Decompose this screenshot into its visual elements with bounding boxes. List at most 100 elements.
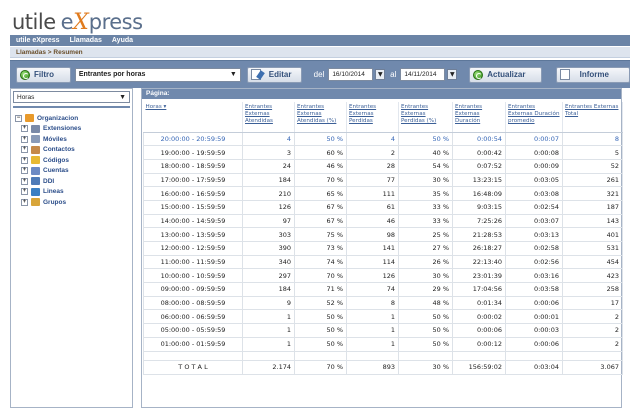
table-cell: 1 [242, 336, 295, 352]
tree-node-grupos[interactable]: + Grupos [15, 197, 132, 208]
table-cell: 8 [346, 295, 399, 311]
table-cell: 0:00:08 [505, 145, 563, 160]
folder-icon [31, 198, 40, 207]
expand-icon[interactable]: + [21, 156, 28, 164]
table-cell: 0:02:56 [505, 254, 563, 270]
table-cell: 184 [242, 282, 295, 297]
grouping-select[interactable]: Horas ▼ [13, 91, 130, 103]
calendar-dropdown-from[interactable]: ▼ [375, 69, 386, 80]
organization-tree: − Organizacion + Extensiones + Móviles + Contac… [11, 108, 132, 208]
table-cell: 60 % [294, 145, 347, 160]
table-row[interactable]: 08:00:00 - 08:59:59 9 52 % 8 48 % 0:01:34 0:00… [143, 295, 623, 311]
menu-item-utile-express[interactable]: utile eXpress [16, 37, 60, 44]
column-header[interactable]: Horas ▾ [143, 102, 243, 133]
tree-node-codigos[interactable]: + Códigos [15, 155, 132, 166]
table-cell: 12:00:00 - 12:59:59 [143, 241, 243, 256]
table-row[interactable]: 11:00:00 - 11:59:59 340 74 % 114 26 % 22:13:4… [143, 254, 623, 270]
table-cell: 210 [242, 186, 295, 201]
column-header[interactable]: Entrantes Externas Duración promedio [505, 102, 563, 133]
column-header[interactable]: Entrantes Externas Atendidas [242, 102, 295, 133]
column-header[interactable]: Entrantes Externas Total [562, 102, 623, 133]
table-cell: 114 [346, 254, 399, 270]
table-cell: 2 [562, 323, 623, 338]
expand-icon[interactable]: + [21, 125, 28, 133]
date-from-input[interactable]: 16/10/2014 [328, 68, 374, 81]
actualizar-button[interactable]: Actualizar [469, 66, 542, 83]
table-cell: 7:25:26 [452, 213, 506, 229]
table-cell: 2 [562, 309, 623, 325]
table-cell: 35 % [398, 186, 453, 201]
tree-node-ddi[interactable]: + DDI [15, 176, 132, 187]
filtro-button[interactable]: Filtro [16, 66, 71, 83]
table-row[interactable]: 13:00:00 - 13:59:59 303 75 % 98 25 % 21:28:53… [143, 227, 623, 242]
total-cell: 893 [346, 359, 399, 375]
expand-icon[interactable]: + [21, 135, 28, 143]
table-row[interactable]: 16:00:00 - 16:59:59 210 65 % 111 35 % 16:48:0… [143, 186, 623, 201]
tree-node-organizacion[interactable]: − Organizacion [15, 113, 132, 124]
table-row[interactable]: 15:00:00 - 15:59:59 126 67 % 61 33 % 9:03:15 0… [143, 199, 623, 215]
table-cell: 401 [562, 227, 623, 242]
table-row[interactable]: 05:00:00 - 05:59:59 1 50 % 1 50 % 0:00:06 0:00… [143, 323, 623, 338]
column-header[interactable]: Entrantes Externas Perdidas (%) [398, 102, 453, 133]
table-row[interactable]: 14:00:00 - 14:59:59 97 67 % 46 33 % 7:25:26 0:… [143, 213, 623, 229]
expand-icon[interactable]: + [21, 188, 28, 196]
table-row[interactable]: 09:00:00 - 09:59:59 184 71 % 74 29 % 17:04:56… [143, 282, 623, 297]
tree-node-cuentas[interactable]: + Cuentas [15, 166, 132, 177]
table-row[interactable]: 19:00:00 - 19:59:59 3 60 % 2 40 % 0:00:42 0:00… [143, 145, 623, 160]
table-row[interactable]: 12:00:00 - 12:59:59 390 73 % 141 27 % 26:18:2… [143, 241, 623, 256]
date-to-input[interactable]: 14/11/2014 [400, 68, 446, 81]
edit-document-icon [250, 69, 261, 80]
table-cell: 50 % [398, 309, 453, 325]
expand-icon[interactable]: + [21, 146, 28, 154]
table-cell: 0:00:02 [452, 309, 506, 325]
table-cell: 1 [346, 309, 399, 325]
report-document-icon [559, 69, 570, 80]
table-cell: 22:13:40 [452, 254, 506, 270]
logo-text-utile: utile [12, 10, 56, 34]
actualizar-label: Actualizar [487, 70, 526, 79]
table-cell: 50 % [294, 131, 347, 147]
tree-node-contactos[interactable]: + Contactos [15, 145, 132, 156]
table-cell: 08:00:00 - 08:59:59 [143, 295, 243, 311]
table-cell: 25 % [398, 227, 453, 242]
editar-button[interactable]: Editar [246, 66, 302, 83]
tree-node-moviles[interactable]: + Móviles [15, 134, 132, 145]
table-cell: 50 % [398, 131, 453, 147]
column-header[interactable]: Entrantes Externas Atendidas (%) [294, 102, 347, 133]
tree-node-lineas[interactable]: + Lineas [15, 187, 132, 198]
menu-item-ayuda[interactable]: Ayuda [112, 37, 133, 44]
folder-icon [31, 145, 40, 154]
report-type-select[interactable]: Entrantes por horas ▼ [74, 67, 241, 82]
table-row[interactable]: 01:00:00 - 01:59:59 1 50 % 1 50 % 0:00:12 0:00… [143, 336, 623, 352]
column-header[interactable]: Entrantes Externas Perdidas [346, 102, 399, 133]
table-row[interactable]: 20:00:00 - 20:59:59 4 50 % 4 50 % 0:00:54 0:00… [143, 131, 623, 147]
informe-button[interactable]: Informe [555, 66, 630, 83]
column-header[interactable]: Entrantes Externas Duración [452, 102, 506, 133]
report-type-value: Entrantes por horas [78, 71, 146, 78]
table-cell: 13:00:00 - 13:59:59 [143, 227, 243, 242]
table-row[interactable]: 17:00:00 - 17:59:59 184 70 % 77 30 % 13:23:15… [143, 172, 623, 188]
app-logo: utile e Xpress [12, 10, 143, 36]
calendar-dropdown-to[interactable]: ▼ [447, 69, 458, 80]
table-row[interactable]: 06:00:00 - 06:59:59 1 50 % 1 50 % 0:00:02 0:00… [143, 309, 623, 325]
table-cell: 30 % [398, 268, 453, 284]
tree-node-extensiones[interactable]: + Extensiones [15, 124, 132, 135]
table-row[interactable]: 10:00:00 - 10:59:59 297 70 % 126 30 % 23:01:3… [143, 268, 623, 284]
logo-text-e: e [60, 10, 74, 34]
expand-icon[interactable]: + [21, 198, 28, 206]
expand-icon[interactable]: + [21, 177, 28, 185]
table-cell: 9 [242, 295, 295, 311]
table-row[interactable]: 18:00:00 - 18:59:59 24 46 % 28 54 % 0:07:52 0:… [143, 158, 623, 174]
table-cell: 187 [562, 199, 623, 215]
table-cell: 73 % [294, 241, 347, 256]
expand-icon[interactable]: + [21, 167, 28, 175]
table-cell: 20:00:00 - 20:59:59 [143, 131, 243, 147]
table-cell: 423 [562, 268, 623, 284]
table-cell: 0:00:03 [505, 323, 563, 338]
table-cell: 50 % [398, 336, 453, 352]
tree-node-label: Cuentas [43, 167, 69, 175]
table-cell: 0:02:54 [505, 199, 563, 215]
collapse-icon[interactable]: − [15, 114, 22, 122]
menu-item-llamadas[interactable]: Llamadas [70, 37, 102, 44]
filtro-label: Filtro [34, 70, 54, 79]
